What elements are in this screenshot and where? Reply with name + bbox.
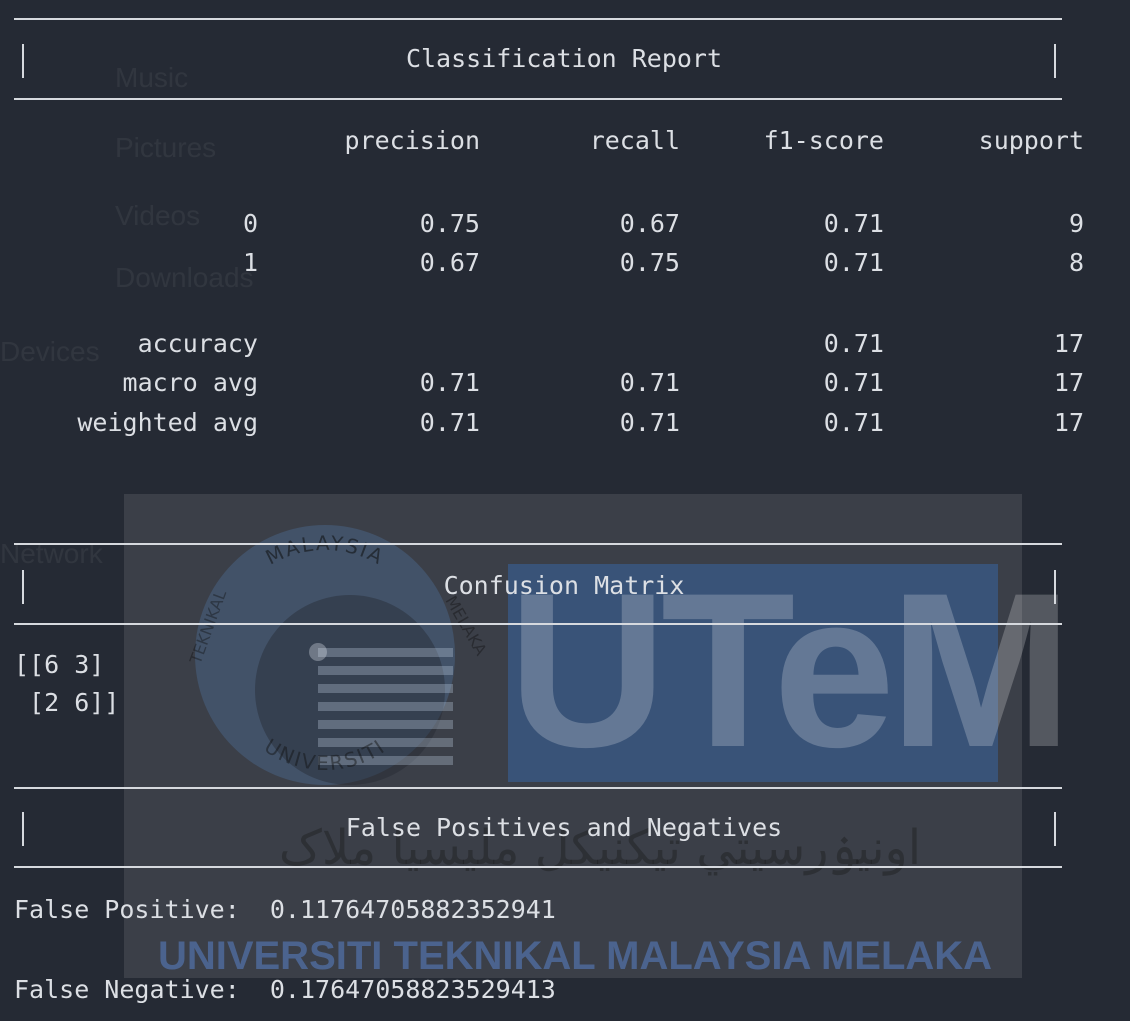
header-support: support [978, 126, 1084, 155]
report-bottom-rule [14, 98, 1062, 100]
classification-report-title: Classification Report [405, 44, 723, 73]
confusion-matrix-title: Confusion Matrix [443, 571, 685, 600]
row-f1: 0.71 [823, 248, 884, 277]
summary-label: accuracy [137, 329, 258, 358]
row-recall: 0.67 [619, 209, 680, 238]
matrix-line: [2 6]] [14, 688, 120, 717]
row-label: 1 [242, 248, 258, 277]
matrix-top-rule [14, 543, 1062, 545]
rates-top-rule [14, 787, 1062, 789]
false-negative-line: False Negative: 0.17647058823529413 [14, 975, 556, 1004]
row-label: 0 [242, 209, 258, 238]
false-rates-title: False Positives and Negatives [345, 813, 783, 842]
rates-bottom-rule [14, 866, 1062, 868]
summary-precision: 0.71 [419, 408, 480, 437]
false-positive-line: False Positive: 0.11764705882352941 [14, 895, 556, 924]
row-f1: 0.71 [823, 209, 884, 238]
summary-support: 17 [1053, 408, 1084, 437]
terminal-output: Classification Report precision recall f… [0, 0, 1130, 1021]
summary-recall: 0.71 [619, 368, 680, 397]
row-precision: 0.75 [419, 209, 480, 238]
row-precision: 0.67 [419, 248, 480, 277]
header-f1-score: f1-score [763, 126, 884, 155]
row-support: 9 [1068, 209, 1084, 238]
row-recall: 0.75 [619, 248, 680, 277]
header-recall: recall [589, 126, 680, 155]
header-precision: precision [344, 126, 480, 155]
summary-f1: 0.71 [823, 368, 884, 397]
report-top-rule [14, 18, 1062, 20]
matrix-line: [[6 3] [14, 650, 105, 679]
summary-f1: 0.71 [823, 329, 884, 358]
summary-label: weighted avg [77, 408, 258, 437]
row-support: 8 [1068, 248, 1084, 277]
summary-support: 17 [1053, 368, 1084, 397]
summary-precision: 0.71 [419, 368, 480, 397]
summary-label: macro avg [122, 368, 258, 397]
summary-f1: 0.71 [823, 408, 884, 437]
matrix-bottom-rule [14, 623, 1062, 625]
summary-support: 17 [1053, 329, 1084, 358]
summary-recall: 0.71 [619, 408, 680, 437]
